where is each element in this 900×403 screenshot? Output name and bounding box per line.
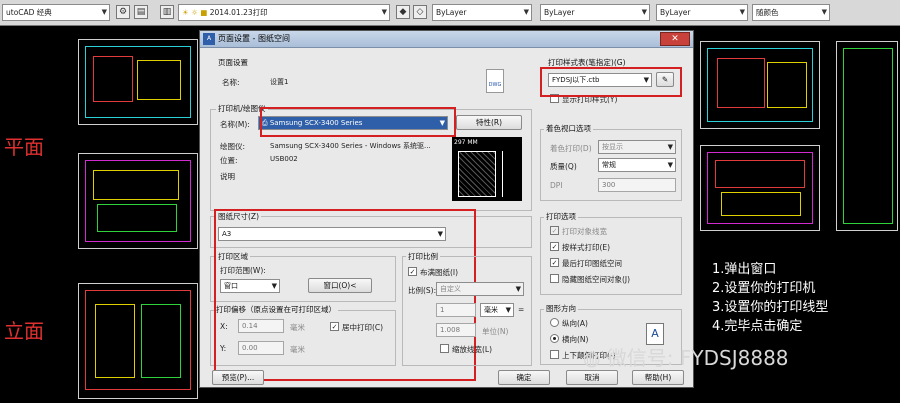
layer-combo[interactable]: ☀ ☼ ■ 2014.01.23打印 ▼ bbox=[178, 4, 390, 21]
plot-paperspace-last-checkbox[interactable]: ✓ bbox=[550, 258, 559, 267]
chevron-down-icon: ▼ bbox=[101, 8, 107, 16]
drawing-sheet bbox=[78, 39, 198, 125]
lightbulb-icon: ☀ ☼ ■ bbox=[182, 8, 210, 17]
scale-lineweights-label: 缩放线宽(L) bbox=[452, 345, 493, 354]
paper-width-label: 297 MM bbox=[454, 139, 478, 146]
layer-previous-icon[interactable]: ◇ bbox=[413, 5, 427, 19]
chevron-down-icon: ▼ bbox=[667, 161, 673, 169]
lineweight-combo[interactable]: ByLayer ▼ bbox=[656, 4, 748, 21]
quality-combo[interactable]: 常规 ▼ bbox=[598, 158, 676, 172]
chevron-down-icon: ▼ bbox=[515, 285, 521, 293]
elevation-label: 立面 bbox=[4, 319, 44, 343]
shaded-viewport-group-label: 着色视口选项 bbox=[544, 123, 593, 134]
portrait-radio[interactable] bbox=[550, 318, 559, 327]
plotter-label: 绘图仪: bbox=[220, 142, 246, 151]
workspace-settings-icon[interactable]: ⚙ bbox=[116, 5, 130, 19]
chevron-down-icon: ▼ bbox=[667, 143, 673, 151]
ok-button[interactable]: 确定 bbox=[498, 370, 550, 385]
equals-sign: = bbox=[518, 305, 525, 314]
chevron-down-icon: ▼ bbox=[821, 8, 827, 16]
autocad-app-icon: A bbox=[203, 33, 215, 45]
upside-down-checkbox[interactable] bbox=[550, 350, 559, 359]
plot-style-highlight-box bbox=[540, 67, 682, 97]
scale-unit-combo[interactable]: 毫米 ▼ bbox=[480, 303, 514, 317]
workspace-combo[interactable]: utoCAD 经典 ▼ bbox=[2, 4, 110, 21]
plot-lineweights-label: 打印对象线宽 bbox=[562, 227, 607, 236]
drawing-sheet bbox=[700, 41, 820, 129]
step-3-note: 3.设置你的打印线型 bbox=[712, 300, 829, 315]
step-1-note: 1.弹出窗口 bbox=[712, 262, 777, 277]
scale-label: 比例(S): bbox=[408, 286, 437, 295]
help-button[interactable]: 帮助(H) bbox=[632, 370, 684, 385]
page-setup-dialog: A 页面设置 - 图纸空间 ✕ 页面设置 名称: 设置1 DWG 打印机/绘图仪… bbox=[199, 30, 694, 388]
wechat-watermark: ◍ 微信号: FYDSJ8888 bbox=[583, 346, 789, 370]
chevron-down-icon: ▼ bbox=[641, 8, 647, 16]
scale-lineweights-checkbox[interactable] bbox=[440, 344, 449, 353]
step-2-note: 2.设置你的打印机 bbox=[712, 281, 816, 296]
close-button[interactable]: ✕ bbox=[660, 32, 690, 46]
drawing-sheet bbox=[836, 41, 898, 231]
dialog-titlebar[interactable]: A 页面设置 - 图纸空间 ✕ bbox=[200, 31, 693, 48]
layer-state-icon[interactable]: ▥ bbox=[160, 5, 174, 19]
scale-combo[interactable]: 自定义 ▼ bbox=[436, 282, 524, 296]
preview-button[interactable]: 预览(P)... bbox=[212, 370, 264, 385]
plot-lineweights-checkbox[interactable]: ✓ bbox=[550, 226, 559, 235]
chevron-down-icon: ▼ bbox=[505, 306, 511, 314]
dpi-field[interactable]: 300 bbox=[598, 178, 676, 192]
wechat-icon: ◍ bbox=[583, 346, 607, 370]
drawing-sheet bbox=[700, 145, 820, 231]
orientation-group-label: 图形方向 bbox=[544, 303, 578, 314]
setup-name-label: 名称: bbox=[222, 78, 240, 87]
autocad-window: utoCAD 经典 ▼ ⚙ ▤ ▥ ☀ ☼ ■ 2014.01.23打印 ▼ ◆ ◇… bbox=[0, 0, 900, 403]
paper-preview: 297 MM bbox=[452, 137, 522, 201]
scale-value2-field[interactable]: 1.008 bbox=[436, 323, 476, 337]
plot-with-styles-checkbox[interactable]: ✓ bbox=[550, 242, 559, 251]
scale-unit2-label: 单位(N) bbox=[482, 327, 509, 336]
shade-plot-combo[interactable]: 按显示 ▼ bbox=[598, 140, 676, 154]
location-label: 位置: bbox=[220, 156, 238, 165]
setup-name-value: 设置1 bbox=[270, 78, 289, 86]
dimension-line bbox=[502, 151, 503, 197]
portrait-label: 纵向(A) bbox=[562, 319, 588, 328]
fit-to-paper-checkbox[interactable]: ✓ bbox=[408, 267, 417, 276]
cancel-button[interactable]: 取消 bbox=[566, 370, 618, 385]
drawing-sheet bbox=[78, 283, 198, 399]
chevron-down-icon: ▼ bbox=[523, 8, 529, 16]
plot-paperspace-last-label: 最后打印图纸空间 bbox=[562, 259, 622, 268]
hide-paperspace-objects-label: 隐藏图纸空间对象(J) bbox=[562, 275, 631, 284]
printer-name-label: 名称(M): bbox=[220, 120, 250, 129]
dwg-file-icon: DWG bbox=[486, 69, 504, 93]
quality-label: 质量(Q) bbox=[550, 162, 577, 171]
dpi-label: DPI bbox=[550, 181, 563, 190]
chevron-down-icon: ▼ bbox=[381, 8, 387, 16]
plot-scale-group-label: 打印比例 bbox=[406, 251, 440, 262]
plot-with-styles-label: 按样式打印(E) bbox=[562, 243, 611, 252]
scale-value1-field[interactable]: 1 bbox=[436, 303, 476, 317]
layer-current-icon[interactable]: ◆ bbox=[396, 5, 410, 19]
hide-paperspace-objects-checkbox[interactable] bbox=[550, 274, 559, 283]
description-label: 说明 bbox=[220, 172, 235, 181]
printer-highlight-box bbox=[260, 107, 456, 137]
autocad-toolbar: utoCAD 经典 ▼ ⚙ ▤ ▥ ☀ ☼ ■ 2014.01.23打印 ▼ ◆ ◇… bbox=[0, 0, 900, 26]
plotter-value: Samsung SCX-3400 Series - Windows 系统驱... bbox=[270, 142, 431, 150]
step-4-note: 4.完毕点击确定 bbox=[712, 319, 803, 334]
chevron-down-icon: ▼ bbox=[739, 8, 745, 16]
paper-preview-sheet bbox=[458, 151, 496, 197]
layer-manager-icon[interactable]: ▤ bbox=[134, 5, 148, 19]
plotstyle-combo[interactable]: 随颜色 ▼ bbox=[752, 4, 830, 21]
color-combo[interactable]: ByLayer ▼ bbox=[432, 4, 532, 21]
close-icon: ✕ bbox=[671, 34, 679, 44]
page-setup-group-label: 页面设置 bbox=[216, 57, 250, 68]
plot-options-group-label: 打印选项 bbox=[544, 211, 578, 222]
properties-button[interactable]: 特性(R) bbox=[456, 115, 522, 130]
shade-plot-label: 着色打印(D) bbox=[550, 144, 592, 153]
plan-label: 平面 bbox=[4, 135, 44, 159]
linetype-combo[interactable]: ByLayer ▼ bbox=[540, 4, 650, 21]
fit-to-paper-label: 布满图纸(I) bbox=[420, 268, 459, 277]
dialog-title: 页面设置 - 图纸空间 bbox=[218, 34, 290, 43]
landscape-radio[interactable] bbox=[550, 334, 559, 343]
location-value: USB002 bbox=[270, 155, 298, 163]
drawing-sheet bbox=[78, 153, 198, 249]
